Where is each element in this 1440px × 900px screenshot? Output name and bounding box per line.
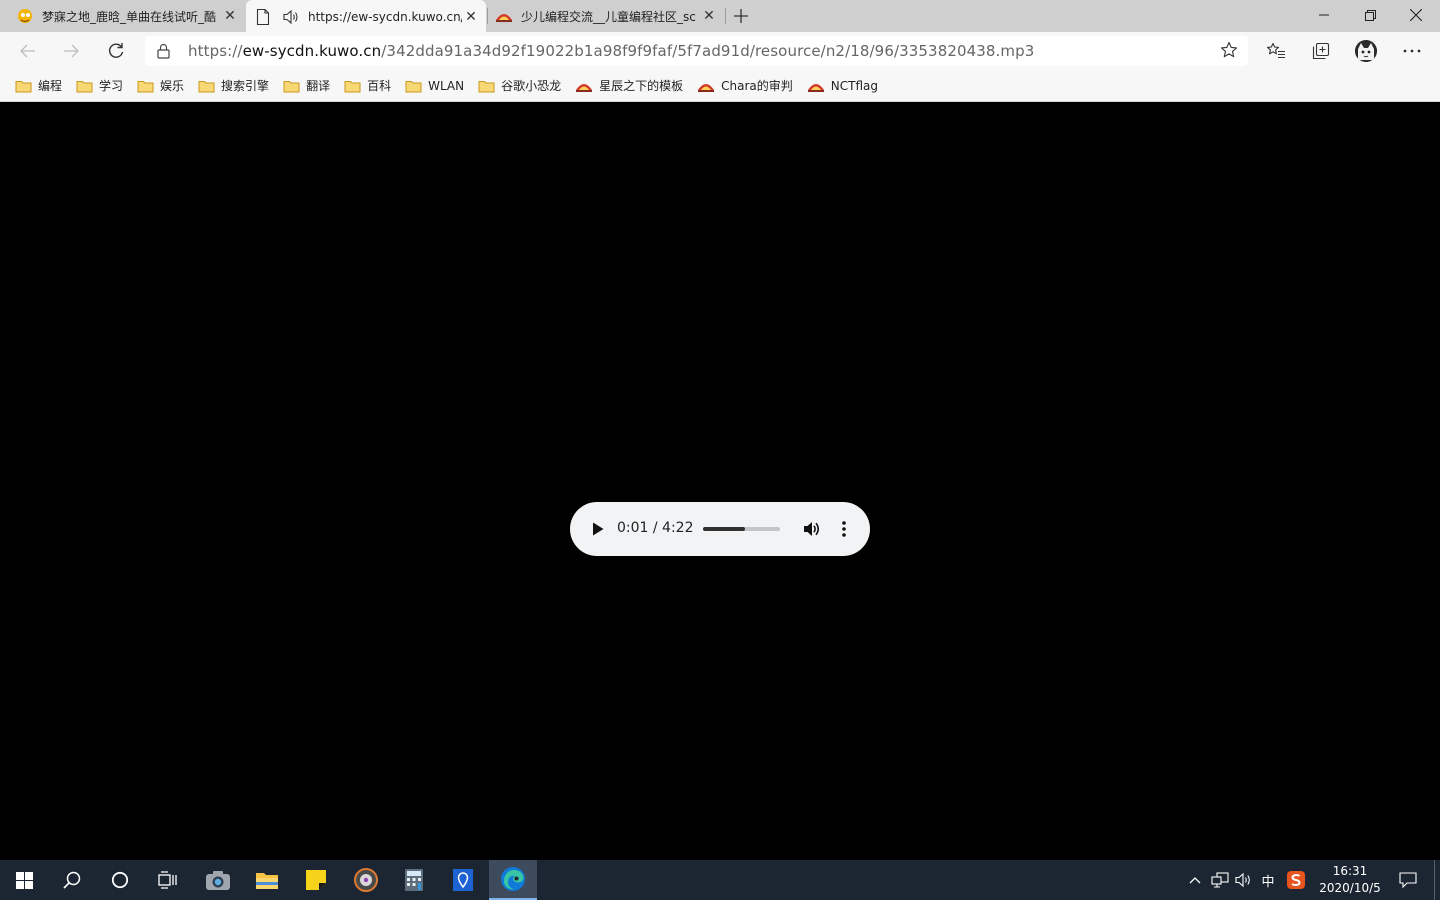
avatar [1355,40,1377,62]
tab-title: https://ew-sycdn.kuwo.cn/3 [308,9,462,24]
bookmark-folder[interactable]: 编程 [11,73,66,99]
bookmark-folder[interactable]: 翻译 [279,73,334,99]
forward-button[interactable] [55,36,87,66]
collections-icon[interactable] [1304,36,1338,66]
bookmark-folder[interactable]: WLAN [401,73,468,99]
folder-icon [198,79,215,93]
bookmark-folder[interactable]: 娱乐 [133,73,188,99]
bookmark-link[interactable]: 星辰之下的模板 [571,73,687,99]
url-path: /342dda91a34d92f19022b1a98f9f9faf/5f7ad9… [381,42,1035,60]
task-view-button[interactable] [144,860,192,900]
favorite-star-icon[interactable] [1220,41,1238,63]
tab-scratch-community[interactable]: 少儿编程交流__儿童编程社区_sc ✕ [488,0,724,32]
tab-strip: 梦寐之地_鹿晗_单曲在线试听_酷 ✕ https://ew-sycdn.kuwo… [0,0,1440,33]
tab-title: 梦寐之地_鹿晗_单曲在线试听_酷 [42,9,217,24]
calculator-icon[interactable] [390,860,438,900]
camera-app-icon[interactable] [194,860,242,900]
tab-title: 少儿编程交流__儿童编程社区_sc [521,9,696,24]
play-button[interactable] [588,519,608,539]
maps-icon[interactable] [439,860,487,900]
tab-separator [725,8,726,24]
speaker-icon[interactable] [282,9,300,25]
clock-time: 16:31 [1332,864,1368,878]
time-display: 0:01 / 4:22 [617,520,694,536]
media-viewer: 0:01 / 4:22 [0,103,1440,860]
bookmark-label: NCTflag [830,78,878,93]
bookmark-label: 翻译 [306,79,331,93]
bookmark-link[interactable]: Chara的审判 [693,73,797,99]
volume-icon[interactable] [1233,860,1255,900]
bookmark-folder[interactable]: 谷歌小恐龙 [474,73,565,99]
close-window-button[interactable] [1393,0,1439,30]
refresh-button[interactable] [100,36,132,66]
folder-icon [15,79,32,93]
file-explorer-icon[interactable] [243,860,291,900]
scratch-favicon-icon [697,78,715,94]
lock-icon[interactable] [157,43,170,63]
bookmark-label: 星辰之下的模板 [599,79,684,93]
scratch-favicon-icon [807,78,825,94]
url-scheme: https:// [188,42,243,60]
bookmark-folder[interactable]: 学习 [72,73,127,99]
folder-icon [283,79,300,93]
seek-progress [703,527,746,531]
folder-icon [76,79,93,93]
action-center-icon[interactable] [1394,860,1422,900]
ime-indicator[interactable]: 中 [1257,860,1279,900]
page-icon [256,8,270,25]
close-icon[interactable]: ✕ [462,8,480,26]
profile-avatar-button[interactable] [1349,36,1383,66]
favorites-icon[interactable] [1259,36,1293,66]
tab-kuwo[interactable]: 梦寐之地_鹿晗_单曲在线试听_酷 ✕ [10,0,245,32]
minimize-button[interactable] [1301,0,1347,30]
bookmark-folder[interactable]: 百科 [340,73,395,99]
folder-icon [344,79,361,93]
scratch-favicon-icon [495,8,513,24]
start-button[interactable] [0,860,48,900]
bookmark-label: WLAN [428,78,465,93]
bookmark-folder[interactable]: 搜索引擎 [194,73,273,99]
close-icon[interactable]: ✕ [221,7,239,25]
bookmark-label: 谷歌小恐龙 [501,79,562,93]
close-icon[interactable]: ✕ [700,7,718,25]
audio-player[interactable]: 0:01 / 4:22 [570,502,870,556]
url-text[interactable]: https://ew-sycdn.kuwo.cn/342dda91a34d92f… [188,42,1034,60]
favorites-bar: 编程 学习 娱乐 搜索引擎 翻译 百科 WLAN 谷歌小恐龙 星辰之下的模板 C… [0,70,1440,102]
search-button[interactable] [48,860,96,900]
bookmark-link[interactable]: NCTflag [803,73,882,99]
address-bar[interactable]: https://ew-sycdn.kuwo.cn/342dda91a34d92f… [145,36,1248,66]
bookmark-label: 学习 [99,79,124,93]
folder-icon [137,79,154,93]
show-desktop-button[interactable] [1434,860,1440,900]
edge-taskbar-icon[interactable] [489,860,537,900]
tab-audio-file[interactable]: https://ew-sycdn.kuwo.cn/3 ✕ [246,0,486,33]
scratch-favicon-icon [575,78,593,94]
sticky-notes-icon[interactable] [292,860,340,900]
sogou-ime-icon[interactable] [1284,860,1308,900]
back-button[interactable] [12,36,44,66]
windows-taskbar: 中 16:31 2020/10/5 [0,860,1440,900]
more-options-icon[interactable] [834,518,854,540]
volume-button[interactable] [801,518,823,540]
settings-more-icon[interactable] [1395,36,1429,66]
folder-icon [405,79,422,93]
restore-button[interactable] [1347,0,1393,30]
bookmark-label: Chara的审判 [721,79,793,93]
media-player-icon[interactable] [342,860,390,900]
kuwo-favicon-icon [16,7,34,25]
bookmark-label: 娱乐 [160,79,185,93]
bookmark-label: 搜索引擎 [221,79,270,93]
show-hidden-icons-button[interactable] [1185,860,1205,900]
url-host: ew-sycdn.kuwo.cn [242,42,382,60]
network-icon[interactable] [1209,860,1231,900]
bookmark-label: 百科 [367,79,392,93]
seek-slider[interactable] [703,527,780,531]
folder-icon [478,79,495,93]
browser-toolbar: https://ew-sycdn.kuwo.cn/342dda91a34d92f… [0,32,1440,70]
clock[interactable]: 16:31 2020/10/5 [1312,860,1388,900]
clock-date: 2020/10/5 [1319,881,1381,895]
cortana-button[interactable] [96,860,144,900]
new-tab-button[interactable] [729,3,753,29]
bookmark-label: 编程 [38,79,63,93]
